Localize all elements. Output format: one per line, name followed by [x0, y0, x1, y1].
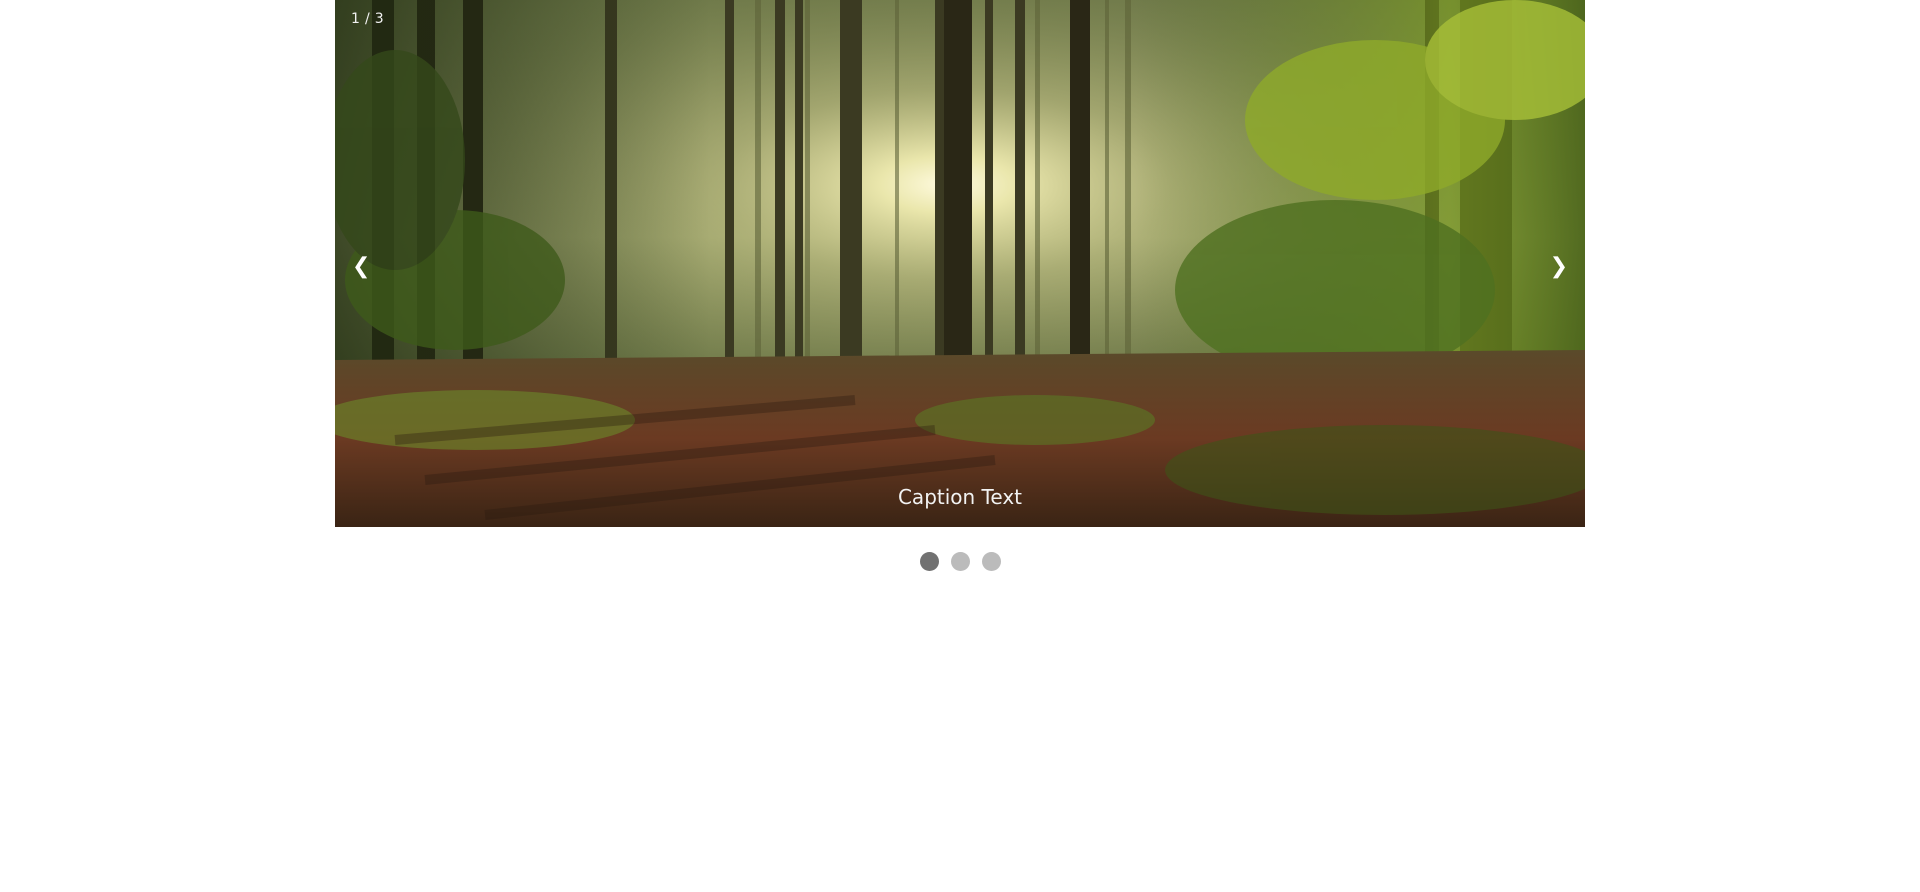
chevron-left-icon: ❮ [352, 254, 371, 279]
slide-dots [0, 552, 1920, 571]
slide-caption: Caption Text [897, 485, 1023, 509]
previous-slide-button[interactable]: ❮ [344, 254, 378, 280]
next-slide-button[interactable]: ❯ [1542, 254, 1576, 280]
slide-counter: 1 / 3 [351, 11, 384, 27]
slide-dot-3[interactable] [981, 552, 1001, 571]
slide-dot-1[interactable] [919, 552, 939, 571]
forest-slide-image [335, 0, 1585, 527]
chevron-right-icon: ❯ [1549, 254, 1568, 279]
slide-dot-2[interactable] [950, 552, 970, 571]
slideshow-container: 1 / 3 ❮ ❯ Caption Text [335, 0, 1585, 527]
